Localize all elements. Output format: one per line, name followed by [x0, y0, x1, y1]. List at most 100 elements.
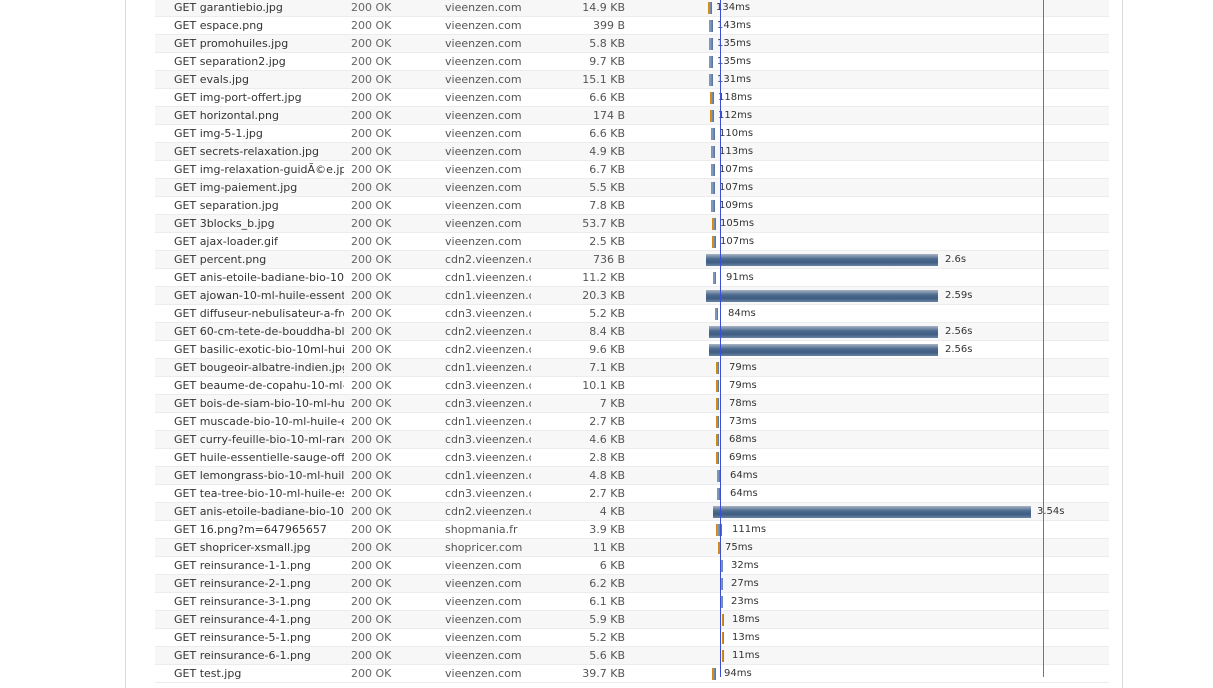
request-duration: 13ms — [732, 632, 760, 643]
request-duration: 18ms — [732, 614, 760, 625]
timeline-bar[interactable] — [716, 524, 722, 536]
timeline-bar[interactable] — [716, 362, 719, 374]
request-row[interactable]: GET img-relaxation-guidÃ©e.jpg 200 OK viee… — [155, 161, 1109, 179]
request-row[interactable]: GET bougeoir-albatre-indien.jpg 200 OK cdn… — [155, 359, 1109, 377]
timeline-bar[interactable] — [713, 506, 1031, 518]
timeline-bar[interactable] — [709, 74, 713, 86]
request-status: 200 OK — [351, 73, 392, 86]
request-url: GET reinsurance-5-1.png — [174, 631, 311, 644]
request-status: 200 OK — [351, 181, 392, 194]
request-domain: vieenzen.com — [445, 181, 522, 194]
request-domain: cdn1.vieenzen.com — [445, 415, 531, 428]
request-domain: vieenzen.com — [445, 235, 522, 248]
request-size: 5.5 KB — [589, 181, 625, 194]
request-size: 7.1 KB — [589, 361, 625, 374]
request-row[interactable]: GET beaume-de-copahu-10-ml-huile 200 OK cd… — [155, 377, 1109, 395]
timeline-bar[interactable] — [715, 308, 718, 320]
timeline-bar[interactable] — [710, 92, 714, 104]
request-row[interactable]: GET separation2.jpg 200 OK vieenzen.com 9.7… — [155, 53, 1109, 71]
timeline-bar[interactable] — [716, 380, 719, 392]
request-row[interactable]: GET tea-tree-bio-10-ml-huile-ess 200 OK cd… — [155, 485, 1109, 503]
request-status: 200 OK — [351, 631, 392, 644]
request-domain: vieenzen.com — [445, 559, 522, 572]
request-row[interactable]: GET garantiebio.jpg 200 OK vieenzen.com 14.… — [155, 0, 1109, 17]
timeline-bar[interactable] — [712, 236, 716, 248]
request-size: 53.7 KB — [582, 217, 625, 230]
request-row[interactable]: GET bois-de-siam-bio-10-ml-huile 200 OK cd… — [155, 395, 1109, 413]
timeline-bar[interactable] — [711, 164, 715, 176]
request-size: 6.6 KB — [589, 91, 625, 104]
timeline-bar[interactable] — [721, 596, 723, 608]
request-row[interactable]: GET muscade-bio-10-ml-huile-ess 200 OK cdn… — [155, 413, 1109, 431]
timeline-bar[interactable] — [706, 290, 938, 302]
timeline-bar[interactable] — [712, 218, 716, 230]
request-row[interactable]: GET reinsurance-3-1.png 200 OK vieenzen.co… — [155, 593, 1109, 611]
request-row[interactable]: GET reinsurance-1-1.png 200 OK vieenzen.co… — [155, 557, 1109, 575]
timeline-bar[interactable] — [722, 650, 724, 662]
timeline-bar[interactable] — [709, 38, 713, 50]
request-row[interactable]: GET diffuseur-nebulisateur-a-froid 200 OK… — [155, 305, 1109, 323]
request-row[interactable]: GET reinsurance-4-1.png 200 OK vieenzen.co… — [155, 611, 1109, 629]
request-domain: vieenzen.com — [445, 577, 522, 590]
request-row[interactable]: GET 3blocks_b.jpg 200 OK vieenzen.com 53.7 … — [155, 215, 1109, 233]
timeline-bar[interactable] — [706, 254, 938, 266]
timeline-bar[interactable] — [711, 146, 715, 158]
timeline-bar[interactable] — [713, 272, 716, 284]
request-row[interactable]: GET img-paiement.jpg 200 OK vieenzen.com 5.… — [155, 179, 1109, 197]
timeline-bar[interactable] — [716, 398, 719, 410]
request-row[interactable]: GET percent.png 200 OK cdn2.vieenzen.com 73… — [155, 251, 1109, 269]
timeline-bar[interactable] — [722, 632, 724, 644]
request-duration: 32ms — [731, 560, 759, 571]
request-domain: cdn1.vieenzen.com — [445, 289, 531, 302]
request-row[interactable]: GET reinsurance-6-1.png 200 OK vieenzen.co… — [155, 647, 1109, 665]
request-row[interactable]: GET ajax-loader.gif 200 OK vieenzen.com 2.5… — [155, 233, 1109, 251]
timeline-bar[interactable] — [712, 668, 716, 680]
request-size: 2.8 KB — [589, 451, 625, 464]
timeline-bar[interactable] — [709, 56, 713, 68]
timeline-bar[interactable] — [721, 578, 723, 590]
request-row[interactable]: GET huile-essentielle-sauge-officinale 20… — [155, 449, 1109, 467]
request-row[interactable]: GET espace.png 200 OK vieenzen.com 399 B 143… — [155, 17, 1109, 35]
timeline-bar[interactable] — [716, 434, 719, 446]
request-row[interactable]: GET curry-feuille-bio-10-ml-rare 200 OK cd… — [155, 431, 1109, 449]
request-row[interactable]: GET separation.jpg 200 OK vieenzen.com 7.8 … — [155, 197, 1109, 215]
request-row[interactable]: GET img-port-offert.jpg 200 OK vieenzen.co… — [155, 89, 1109, 107]
request-duration: 107ms — [720, 236, 755, 247]
timeline-bar[interactable] — [722, 614, 724, 626]
timeline-bar[interactable] — [709, 20, 713, 32]
timeline-bar[interactable] — [721, 560, 723, 572]
request-url: GET huile-essentielle-sauge-officinale — [174, 451, 344, 464]
request-row[interactable]: GET horizontal.png 200 OK vieenzen.com 174 … — [155, 107, 1109, 125]
timeline-bar[interactable] — [716, 416, 719, 428]
request-row[interactable]: GET img-5-1.jpg 200 OK vieenzen.com 6.6 KB 1… — [155, 125, 1109, 143]
timeline-bar[interactable] — [710, 110, 714, 122]
request-row[interactable]: GET test.jpg 200 OK vieenzen.com 39.7 KB 94m… — [155, 665, 1109, 683]
request-row[interactable]: GET secrets-relaxation.jpg 200 OK vieenzen… — [155, 143, 1109, 161]
timeline-bar[interactable] — [709, 344, 938, 356]
request-duration: 64ms — [730, 488, 758, 499]
timeline-bar[interactable] — [711, 128, 715, 140]
timeline-bar[interactable] — [709, 326, 938, 338]
request-row[interactable]: GET promohuiles.jpg 200 OK vieenzen.com 5.8… — [155, 35, 1109, 53]
request-row[interactable]: GET 16.png?m=647965657 200 OK shopmania.fr… — [155, 521, 1109, 539]
request-row[interactable]: GET reinsurance-5-1.png 200 OK vieenzen.co… — [155, 629, 1109, 647]
request-row[interactable]: GET evals.jpg 200 OK vieenzen.com 15.1 KB 13… — [155, 71, 1109, 89]
request-url: GET muscade-bio-10-ml-huile-ess — [174, 415, 344, 428]
request-url: GET ajowan-10-ml-huile-essentielle — [174, 289, 344, 302]
request-domain: cdn2.vieenzen.com — [445, 505, 531, 518]
timeline-bar[interactable] — [711, 200, 715, 212]
request-url: GET 3blocks_b.jpg — [174, 217, 275, 230]
request-row[interactable]: GET lemongrass-bio-10-ml-huile-ess 200 OK… — [155, 467, 1109, 485]
request-row[interactable]: GET 60-cm-tete-de-bouddha-blanc 200 OK cdn… — [155, 323, 1109, 341]
request-row[interactable]: GET reinsurance-2-1.png 200 OK vieenzen.co… — [155, 575, 1109, 593]
request-row[interactable]: GET shopricer-xsmall.jpg 200 OK shopricer.… — [155, 539, 1109, 557]
timeline-bar[interactable] — [716, 452, 719, 464]
request-row[interactable]: GET anis-etoile-badiane-bio-10-ml 200 OK c… — [155, 503, 1109, 521]
request-row[interactable]: GET basilic-exotic-bio-10ml-huile 200 OK c… — [155, 341, 1109, 359]
timeline-bar[interactable] — [711, 182, 715, 194]
request-size: 5.8 KB — [589, 37, 625, 50]
request-row[interactable]: GET ajowan-10-ml-huile-essentielle 200 OK… — [155, 287, 1109, 305]
request-domain: vieenzen.com — [445, 217, 522, 230]
timeline-bar[interactable] — [708, 2, 712, 14]
request-row[interactable]: GET anis-etoile-badiane-bio-10-ml 200 OK c… — [155, 269, 1109, 287]
